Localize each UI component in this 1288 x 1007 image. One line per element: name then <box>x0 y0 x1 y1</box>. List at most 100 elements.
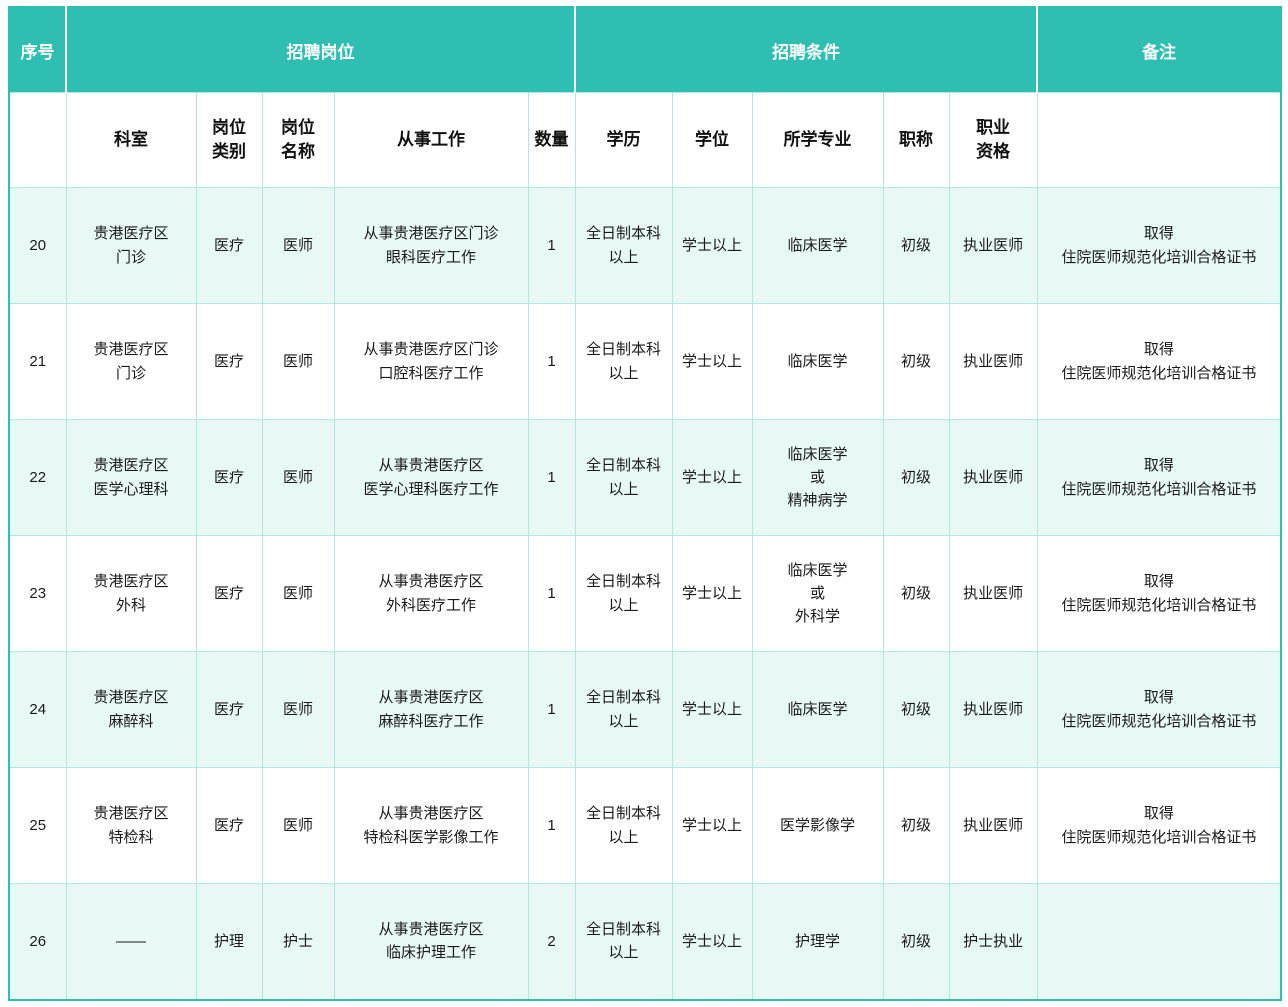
header-sub-title: 岗位 名称 <box>262 93 334 188</box>
header-sub-duty: 从事工作 <box>334 93 528 188</box>
cell-duty: 从事贵港医疗区门诊 眼科医疗工作 <box>334 188 528 304</box>
header-sub-degree: 学位 <box>672 93 752 188</box>
cell-category: 医疗 <box>196 536 262 652</box>
cell-degree: 学士以上 <box>672 884 752 1000</box>
cell-duty: 从事贵港医疗区 麻醉科医疗工作 <box>334 652 528 768</box>
cell-education: 全日制本科 以上 <box>575 188 672 304</box>
header-sub-row: 科室 岗位 类别 岗位 名称 从事工作 数量 学历 学位 所学专业 职称 职业 … <box>9 93 1281 188</box>
cell-rank: 初级 <box>883 304 949 420</box>
cell-remark <box>1037 884 1281 1000</box>
cell-category: 护理 <box>196 884 262 1000</box>
header-sub-qualification: 职业 资格 <box>949 93 1037 188</box>
cell-qualification: 执业医师 <box>949 188 1037 304</box>
cell-remark: 取得 住院医师规范化培训合格证书 <box>1037 420 1281 536</box>
cell-education: 全日制本科 以上 <box>575 768 672 884</box>
cell-remark: 取得 住院医师规范化培训合格证书 <box>1037 768 1281 884</box>
cell-count: 1 <box>528 188 575 304</box>
header-sub-rank: 职称 <box>883 93 949 188</box>
table-header: 序号 招聘岗位 招聘条件 备注 科室 岗位 类别 岗位 名称 从事工作 数量 学… <box>9 7 1281 188</box>
table-row: 22 贵港医疗区 医学心理科 医疗 医师 从事贵港医疗区 医学心理科医疗工作 1… <box>9 420 1281 536</box>
cell-qualification: 护士执业 <box>949 884 1037 1000</box>
cell-duty: 从事贵港医疗区 外科医疗工作 <box>334 536 528 652</box>
cell-remark: 取得 住院医师规范化培训合格证书 <box>1037 304 1281 420</box>
cell-major: 临床医学 <box>752 652 883 768</box>
cell-remark: 取得 住院医师规范化培训合格证书 <box>1037 652 1281 768</box>
cell-degree: 学士以上 <box>672 420 752 536</box>
cell-serial: 23 <box>9 536 66 652</box>
cell-count: 1 <box>528 768 575 884</box>
cell-major: 临床医学 <box>752 188 883 304</box>
cell-degree: 学士以上 <box>672 768 752 884</box>
cell-category: 医疗 <box>196 652 262 768</box>
cell-qualification: 执业医师 <box>949 536 1037 652</box>
cell-major: 临床医学 或 精神病学 <box>752 420 883 536</box>
cell-rank: 初级 <box>883 768 949 884</box>
cell-qualification: 执业医师 <box>949 652 1037 768</box>
header-group-condition: 招聘条件 <box>575 7 1037 93</box>
cell-count: 1 <box>528 652 575 768</box>
cell-category: 医疗 <box>196 188 262 304</box>
cell-rank: 初级 <box>883 536 949 652</box>
cell-title: 医师 <box>262 420 334 536</box>
cell-education: 全日制本科 以上 <box>575 652 672 768</box>
cell-education: 全日制本科 以上 <box>575 420 672 536</box>
table-row: 23 贵港医疗区 外科 医疗 医师 从事贵港医疗区 外科医疗工作 1 全日制本科… <box>9 536 1281 652</box>
cell-degree: 学士以上 <box>672 188 752 304</box>
recruitment-table: 序号 招聘岗位 招聘条件 备注 科室 岗位 类别 岗位 名称 从事工作 数量 学… <box>8 6 1282 1001</box>
cell-degree: 学士以上 <box>672 536 752 652</box>
header-group-row: 序号 招聘岗位 招聘条件 备注 <box>9 7 1281 93</box>
cell-duty: 从事贵港医疗区门诊 口腔科医疗工作 <box>334 304 528 420</box>
cell-duty: 从事贵港医疗区 医学心理科医疗工作 <box>334 420 528 536</box>
cell-title: 医师 <box>262 536 334 652</box>
header-sub-major: 所学专业 <box>752 93 883 188</box>
cell-title: 医师 <box>262 768 334 884</box>
cell-qualification: 执业医师 <box>949 420 1037 536</box>
header-sub-empty-left <box>9 93 66 188</box>
cell-department: 贵港医疗区 外科 <box>66 536 196 652</box>
cell-serial: 26 <box>9 884 66 1000</box>
cell-rank: 初级 <box>883 420 949 536</box>
cell-education: 全日制本科 以上 <box>575 884 672 1000</box>
cell-major: 临床医学 或 外科学 <box>752 536 883 652</box>
cell-title: 护士 <box>262 884 334 1000</box>
cell-qualification: 执业医师 <box>949 768 1037 884</box>
cell-serial: 21 <box>9 304 66 420</box>
cell-title: 医师 <box>262 188 334 304</box>
cell-major: 医学影像学 <box>752 768 883 884</box>
cell-duty: 从事贵港医疗区 临床护理工作 <box>334 884 528 1000</box>
cell-title: 医师 <box>262 652 334 768</box>
cell-title: 医师 <box>262 304 334 420</box>
header-sub-category: 岗位 类别 <box>196 93 262 188</box>
cell-category: 医疗 <box>196 420 262 536</box>
cell-degree: 学士以上 <box>672 652 752 768</box>
cell-department: —— <box>66 884 196 1000</box>
cell-serial: 24 <box>9 652 66 768</box>
cell-duty: 从事贵港医疗区 特检科医学影像工作 <box>334 768 528 884</box>
cell-degree: 学士以上 <box>672 304 752 420</box>
cell-count: 1 <box>528 304 575 420</box>
table-row: 21 贵港医疗区 门诊 医疗 医师 从事贵港医疗区门诊 口腔科医疗工作 1 全日… <box>9 304 1281 420</box>
cell-rank: 初级 <box>883 188 949 304</box>
cell-category: 医疗 <box>196 768 262 884</box>
cell-category: 医疗 <box>196 304 262 420</box>
cell-remark: 取得 住院医师规范化培训合格证书 <box>1037 188 1281 304</box>
cell-rank: 初级 <box>883 652 949 768</box>
cell-count: 2 <box>528 884 575 1000</box>
header-remark: 备注 <box>1037 7 1281 93</box>
cell-department: 贵港医疗区 特检科 <box>66 768 196 884</box>
header-serial: 序号 <box>9 7 66 93</box>
cell-remark: 取得 住院医师规范化培训合格证书 <box>1037 536 1281 652</box>
table-row: 20 贵港医疗区 门诊 医疗 医师 从事贵港医疗区门诊 眼科医疗工作 1 全日制… <box>9 188 1281 304</box>
header-sub-department: 科室 <box>66 93 196 188</box>
cell-department: 贵港医疗区 医学心理科 <box>66 420 196 536</box>
header-sub-empty-right <box>1037 93 1281 188</box>
cell-count: 1 <box>528 420 575 536</box>
cell-serial: 20 <box>9 188 66 304</box>
cell-rank: 初级 <box>883 884 949 1000</box>
cell-count: 1 <box>528 536 575 652</box>
cell-serial: 22 <box>9 420 66 536</box>
header-sub-education: 学历 <box>575 93 672 188</box>
header-sub-count: 数量 <box>528 93 575 188</box>
table-body: 20 贵港医疗区 门诊 医疗 医师 从事贵港医疗区门诊 眼科医疗工作 1 全日制… <box>9 188 1281 1000</box>
cell-qualification: 执业医师 <box>949 304 1037 420</box>
